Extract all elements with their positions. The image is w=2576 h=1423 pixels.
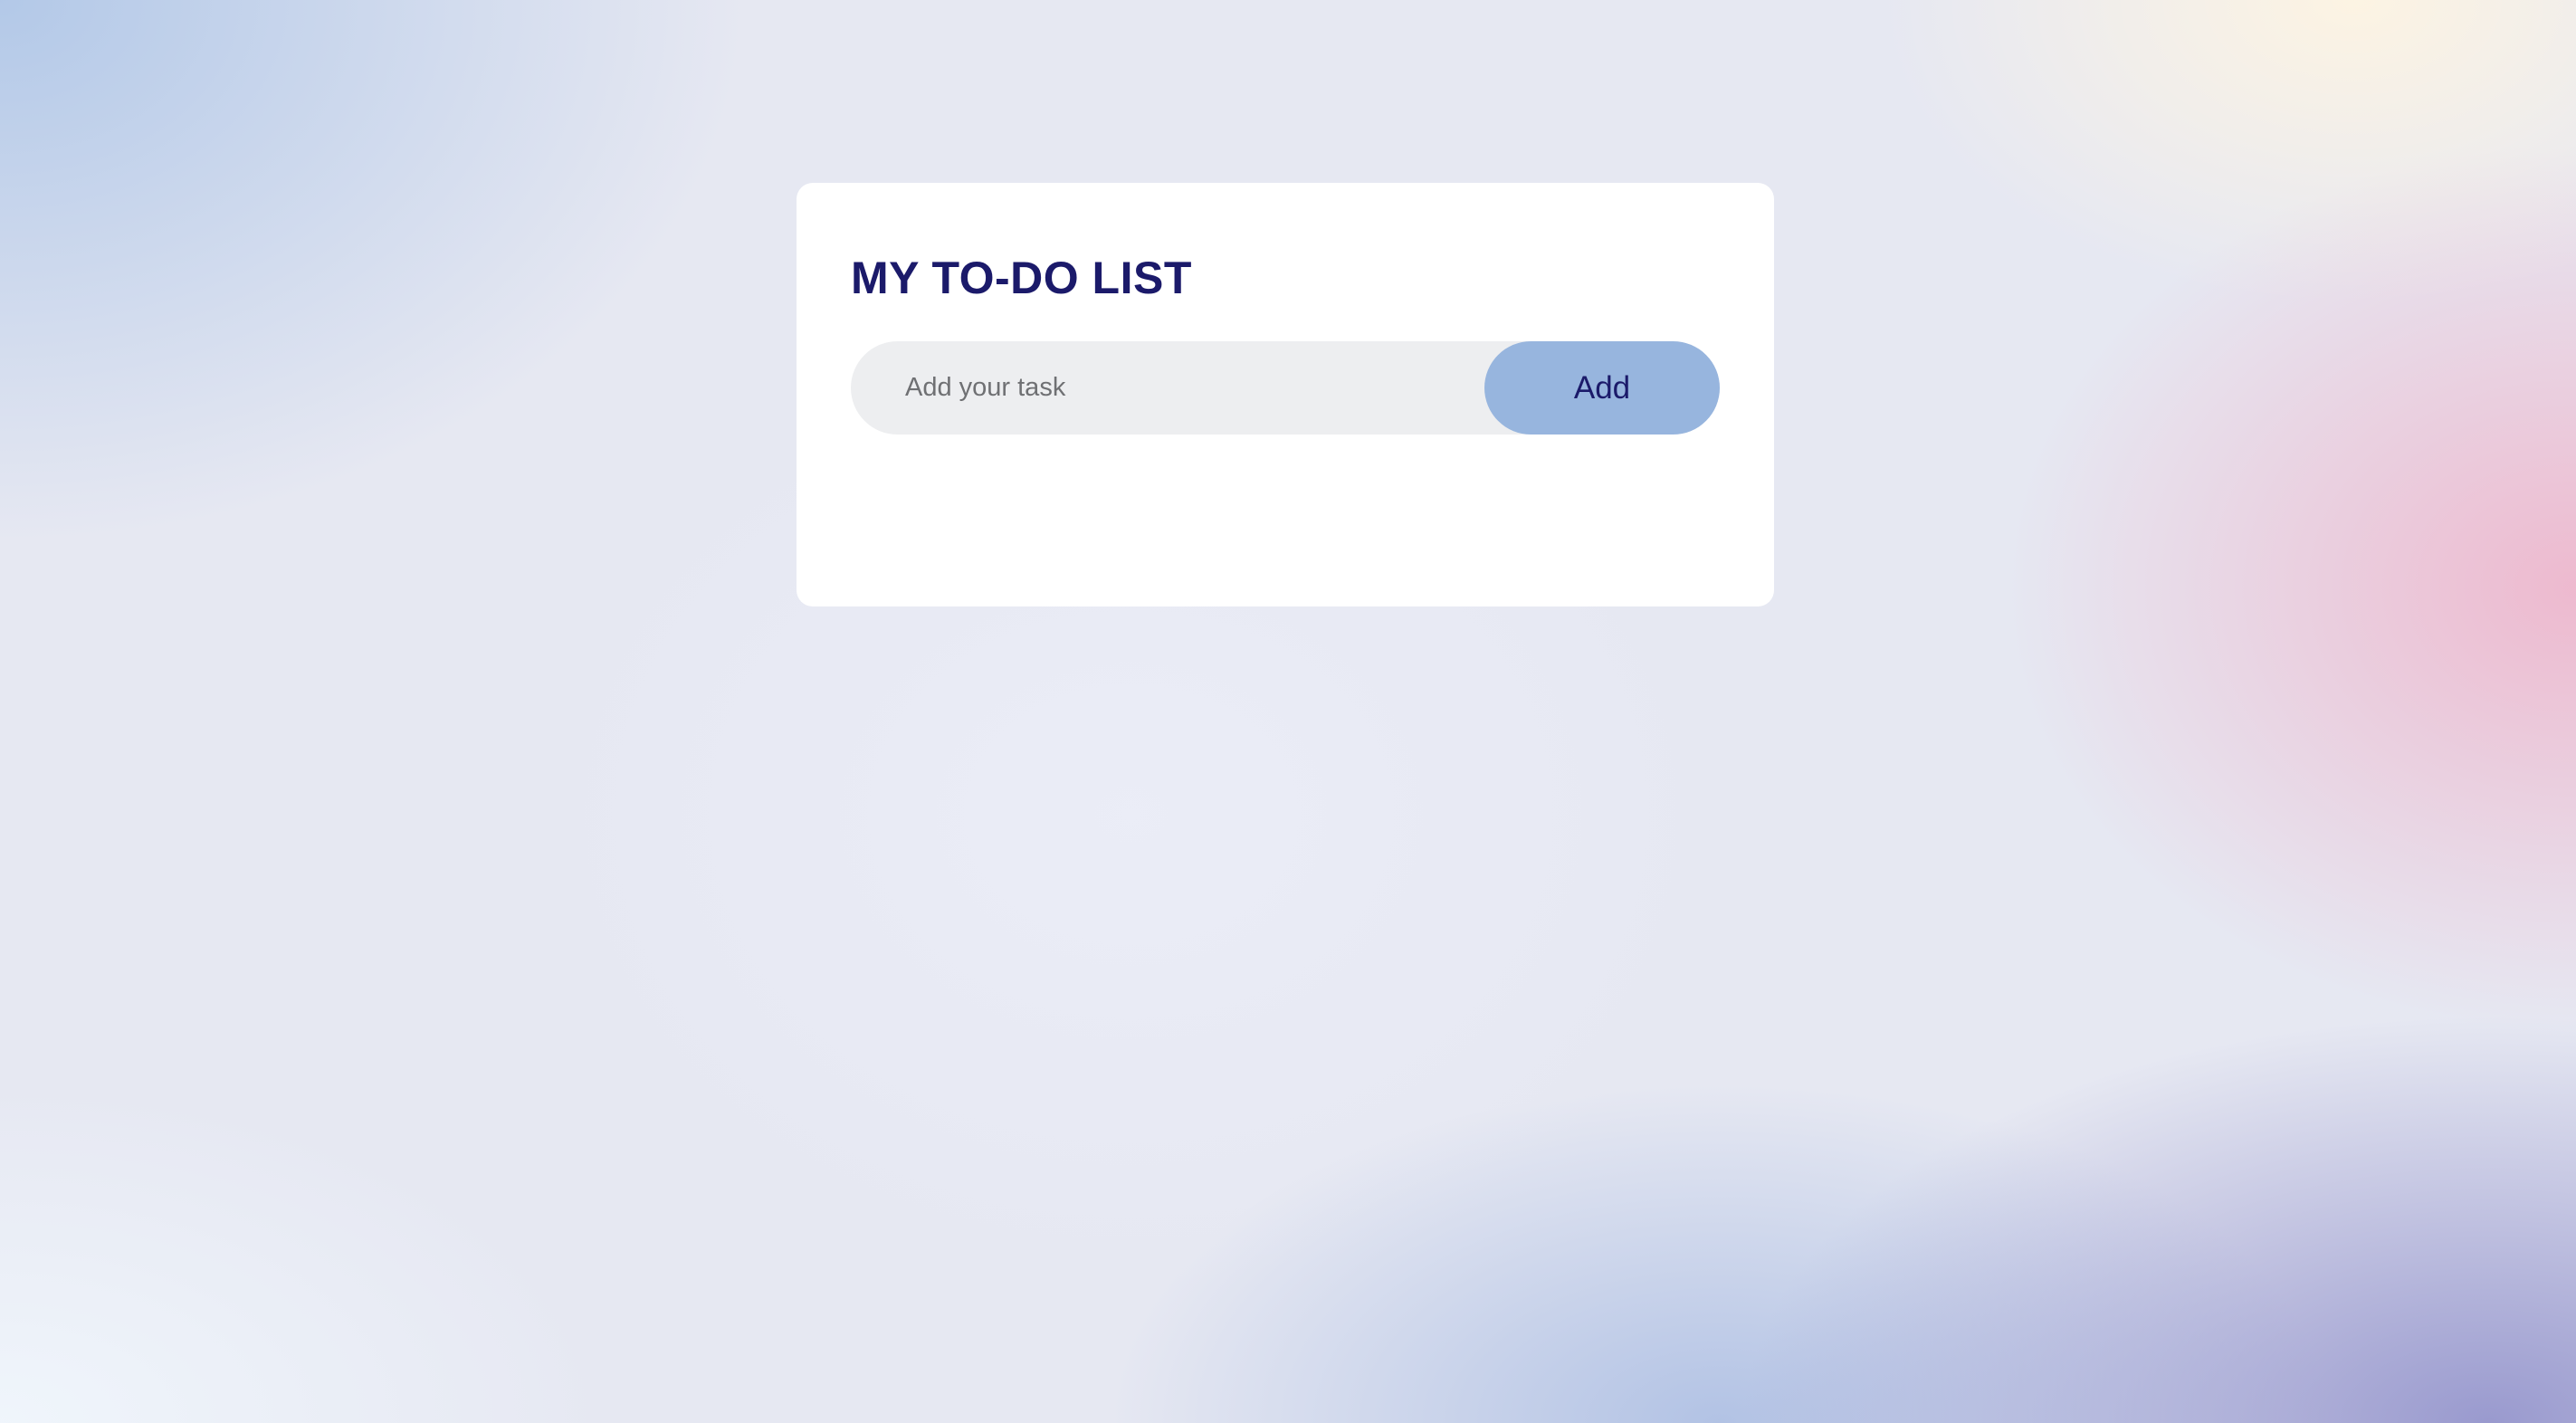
task-input[interactable] — [851, 341, 1484, 435]
todo-card: MY TO-DO LIST Add — [797, 183, 1774, 606]
page-title: MY TO-DO LIST — [851, 253, 1192, 303]
add-button[interactable]: Add — [1484, 341, 1720, 435]
task-entry-row: Add — [851, 341, 1720, 435]
